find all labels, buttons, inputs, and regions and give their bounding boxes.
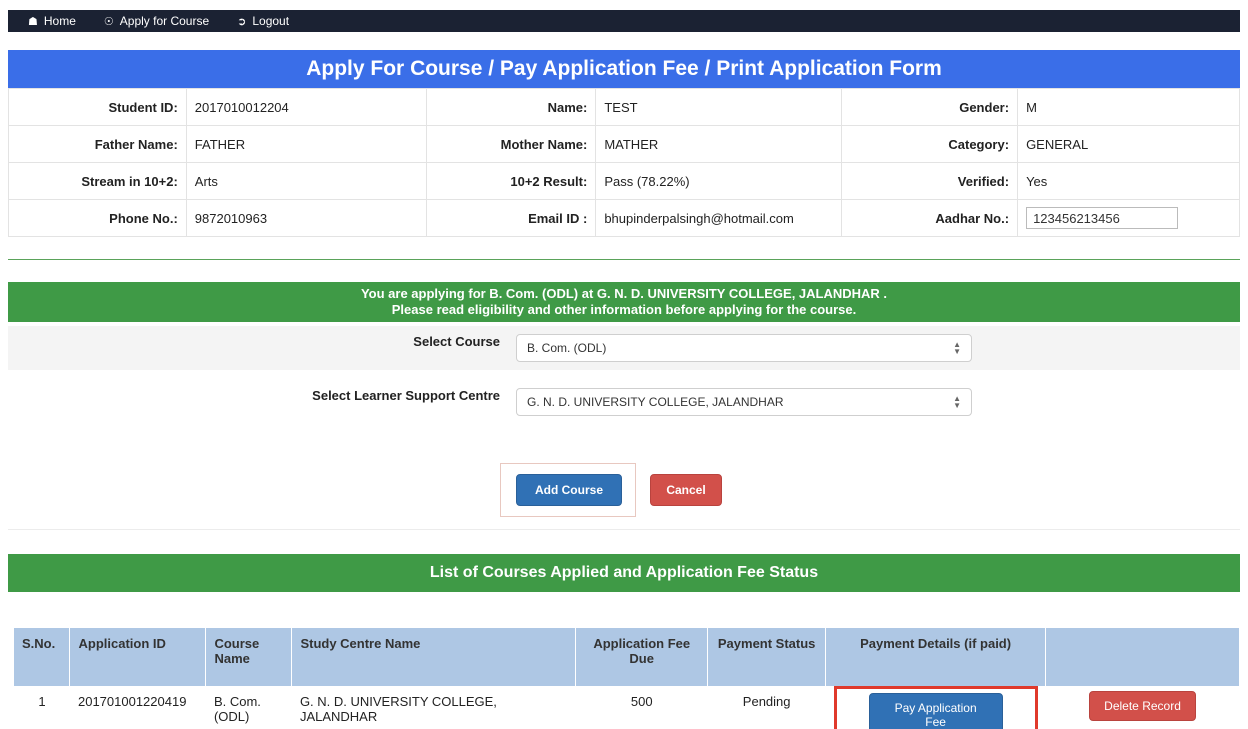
- delete-record-button[interactable]: Delete Record: [1089, 691, 1196, 721]
- mother-name-label: Mother Name:: [425, 125, 597, 163]
- select-centre-label: Select Learner Support Centre: [312, 388, 500, 403]
- info-row: Student ID: 2017010012204 Name: TEST Gen…: [8, 88, 1240, 126]
- section-divider: [8, 259, 1240, 260]
- verified-label: Verified:: [841, 162, 1019, 200]
- cell-study-centre: G. N. D. UNIVERSITY COLLEGE, JALANDHAR: [299, 694, 497, 724]
- courses-list-title: List of Courses Applied and Application …: [8, 554, 1240, 592]
- select-centre-row: Select Learner Support Centre G. N. D. U…: [8, 380, 1240, 424]
- select-centre-value: G. N. D. UNIVERSITY COLLEGE, JALANDHAR: [527, 395, 784, 409]
- stream-value: Arts: [185, 162, 427, 200]
- category-label: Category:: [841, 125, 1019, 163]
- select-course-dropdown[interactable]: B. Com. (ODL) ▲ ▼: [516, 334, 972, 362]
- cell-payment-status: Pending: [742, 694, 791, 709]
- header-application-id: Application ID: [69, 628, 207, 686]
- email-label: Email ID :: [425, 199, 597, 237]
- verified-value: Yes: [1017, 162, 1240, 200]
- select-arrows-icon: ▲ ▼: [953, 394, 961, 410]
- header-course-name: Course Name: [205, 628, 293, 686]
- header-study-centre: Study Centre Name: [291, 628, 577, 686]
- table-row: 1 201701001220419 B. Com. (ODL) G. N. D.…: [14, 686, 1240, 729]
- logout-icon: ➲: [237, 15, 247, 28]
- name-value: TEST: [595, 88, 843, 126]
- student-id-value: 2017010012204: [185, 88, 427, 126]
- email-value: bhupinderpalsingh@hotmail.com: [595, 199, 843, 237]
- nav-home-label: Home: [43, 14, 76, 28]
- pay-button-highlight: Pay Application Fee: [833, 686, 1038, 729]
- nav-apply-label: Apply for Course: [119, 14, 210, 28]
- radio-circle-icon: ☉: [103, 15, 114, 28]
- student-info-table: Student ID: 2017010012204 Name: TEST Gen…: [8, 88, 1240, 237]
- father-name-value: FATHER: [185, 125, 427, 163]
- aadhar-input[interactable]: [1026, 207, 1179, 229]
- result-value: Pass (78.22%): [595, 162, 843, 200]
- header-fee-due: Application Fee Due: [575, 628, 709, 686]
- header-actions: [1045, 628, 1240, 686]
- select-arrows-icon: ▲ ▼: [953, 340, 961, 356]
- cell-application-id: 201701001220419: [77, 694, 187, 709]
- info-row: Stream in 10+2: Arts 10+2 Result: Pass (…: [8, 162, 1240, 200]
- nav-logout-label: Logout: [252, 14, 290, 28]
- select-course-label: Select Course: [413, 334, 500, 349]
- cancel-button[interactable]: Cancel: [650, 474, 722, 506]
- select-course-row: Select Course B. Com. (ODL) ▲ ▼: [8, 326, 1240, 370]
- add-course-button[interactable]: Add Course: [516, 474, 622, 506]
- stream-label: Stream in 10+2:: [8, 162, 187, 200]
- cell-actions: Delete Record: [1046, 686, 1240, 729]
- cell-course-name: B. Com. (ODL): [213, 694, 261, 724]
- aadhar-label: Aadhar No.:: [841, 199, 1019, 237]
- phone-value: 9872010963: [185, 199, 427, 237]
- phone-label: Phone No.:: [8, 199, 187, 237]
- gender-label: Gender:: [841, 88, 1019, 126]
- info-row: Father Name: FATHER Mother Name: MATHER …: [8, 125, 1240, 163]
- section-separator: [8, 529, 1240, 530]
- nav-apply-for-course[interactable]: ☉ Apply for Course: [104, 14, 209, 28]
- cell-payment-details: Pay Application Fee: [826, 686, 1046, 729]
- top-navbar: ☗ Home ☉ Apply for Course ➲ Logout: [8, 10, 1240, 32]
- courses-table: S.No. Application ID Course Name Study C…: [14, 628, 1240, 729]
- info-row: Phone No.: 9872010963 Email ID : bhupind…: [8, 199, 1240, 237]
- mother-name-value: MATHER: [595, 125, 843, 163]
- category-value: GENERAL: [1017, 125, 1240, 163]
- page-title: Apply For Course / Pay Application Fee /…: [8, 50, 1240, 88]
- notice-line-2: Please read eligibility and other inform…: [391, 302, 857, 317]
- pay-application-fee-button[interactable]: Pay Application Fee: [868, 693, 1003, 729]
- aadhar-cell: [1017, 199, 1240, 237]
- nav-logout[interactable]: ➲ Logout: [237, 14, 289, 28]
- gender-value: M: [1017, 88, 1240, 126]
- student-id-label: Student ID:: [8, 88, 187, 126]
- home-icon: ☗: [28, 15, 38, 28]
- cell-sno: 1: [38, 694, 46, 709]
- course-notice-banner: You are applying for B. Com. (ODL) at G.…: [8, 282, 1240, 322]
- nav-home[interactable]: ☗ Home: [28, 14, 76, 28]
- header-payment-details: Payment Details (if paid): [825, 628, 1047, 686]
- cell-fee-due: 500: [630, 694, 653, 709]
- result-label: 10+2 Result:: [425, 162, 597, 200]
- select-course-value: B. Com. (ODL): [527, 341, 607, 355]
- header-sno: S.No.: [14, 628, 71, 686]
- select-centre-dropdown[interactable]: G. N. D. UNIVERSITY COLLEGE, JALANDHAR ▲…: [516, 388, 972, 416]
- name-label: Name:: [425, 88, 597, 126]
- table-header-row: S.No. Application ID Course Name Study C…: [14, 628, 1240, 686]
- header-payment-status: Payment Status: [707, 628, 827, 686]
- father-name-label: Father Name:: [8, 125, 187, 163]
- notice-line-1: You are applying for B. Com. (ODL) at G.…: [360, 286, 888, 301]
